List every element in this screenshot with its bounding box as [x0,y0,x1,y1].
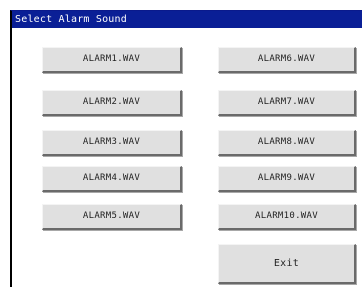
alarm8-button[interactable]: ALARM8.WAV [218,130,356,156]
alarm10-button[interactable]: ALARM10.WAV [218,204,356,230]
alarm9-button[interactable]: ALARM9.WAV [218,166,356,192]
alarm-sound-dialog: Select Alarm Sound ALARM1.WAV ALARM2.WAV… [10,10,362,287]
alarm3-button[interactable]: ALARM3.WAV [42,130,182,156]
exit-button[interactable]: Exit [218,244,356,284]
alarm2-button[interactable]: ALARM2.WAV [42,90,182,116]
alarm1-button[interactable]: ALARM1.WAV [42,47,182,73]
alarm6-button[interactable]: ALARM6.WAV [218,47,356,73]
alarm5-button[interactable]: ALARM5.WAV [42,204,182,230]
alarm7-button[interactable]: ALARM7.WAV [218,90,356,116]
dialog-title: Select Alarm Sound [12,11,362,28]
alarm4-button[interactable]: ALARM4.WAV [42,166,182,192]
